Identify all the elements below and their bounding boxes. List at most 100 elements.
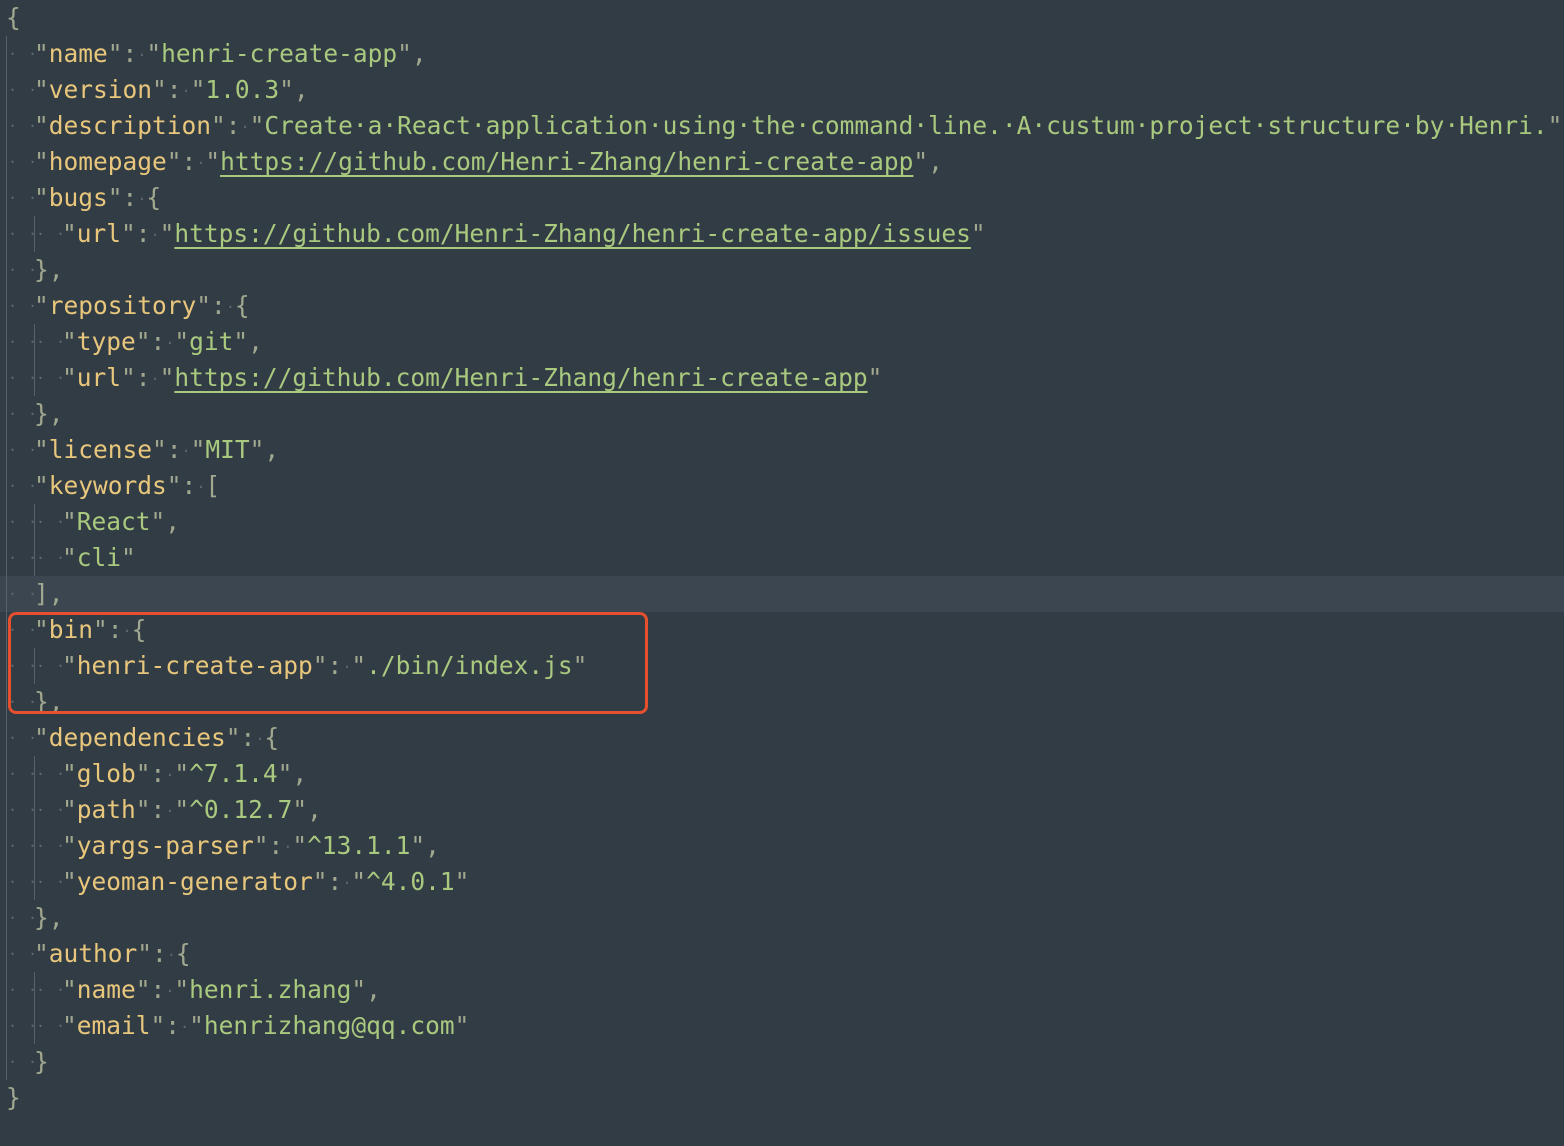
indent-guide: [6, 972, 38, 1008]
indent-guide: [6, 576, 38, 612]
keyword-item: React: [76, 507, 151, 536]
code-editor[interactable]: { "name":·"henri-create-app", "version":…: [0, 0, 1564, 1146]
indent-guide: [34, 504, 66, 540]
code-line: }: [6, 1080, 1564, 1116]
value-license: MIT: [205, 435, 250, 464]
dependency-version: ^4.0.1: [366, 867, 455, 896]
key-keywords: keywords: [48, 471, 167, 500]
indent-guide: [6, 1044, 38, 1080]
code-line: "version":·"1.0.3",: [6, 72, 1564, 108]
key-license: license: [48, 435, 153, 464]
code-line: },: [6, 684, 1564, 720]
indent-guide: [6, 180, 38, 216]
code-line: "repository":·{: [6, 288, 1564, 324]
dependency-name: path: [76, 795, 136, 824]
code-line: "email":·"henrizhang@qq.com": [6, 1008, 1564, 1044]
code-line: "url":·"https://github.com/Henri-Zhang/h…: [6, 360, 1564, 396]
key-description: description: [48, 111, 212, 140]
dependency-version: ^13.1.1: [307, 831, 411, 860]
dependency-name: yargs-parser: [76, 831, 254, 860]
indent-guide: [6, 756, 38, 792]
key-author-email: email: [76, 1011, 151, 1040]
code-line: "bugs":·{: [6, 180, 1564, 216]
code-line: "type":·"git",: [6, 324, 1564, 360]
code-line: "license":·"MIT",: [6, 432, 1564, 468]
dependency-version: ^0.12.7: [189, 795, 293, 824]
indent-guide: [34, 792, 66, 828]
indent-guide: [6, 360, 38, 396]
key-version: version: [48, 75, 153, 104]
indent-guide: [6, 252, 38, 288]
indent-guide: [6, 108, 38, 144]
dependency-name: yeoman-generator: [76, 867, 313, 896]
code-line: {: [6, 0, 1564, 36]
code-line: "url":·"https://github.com/Henri-Zhang/h…: [6, 216, 1564, 252]
value-name: henri-create-app: [161, 39, 398, 68]
indent-guide: [34, 360, 66, 396]
code-line: "yargs-parser":·"^13.1.1",: [6, 828, 1564, 864]
key-repository-url: url: [76, 363, 122, 392]
indent-guide: [6, 216, 38, 252]
key-name: name: [48, 39, 108, 68]
code-line: },: [6, 252, 1564, 288]
code-line: "name":·"henri-create-app",: [6, 36, 1564, 72]
root-open-brace: {: [6, 3, 21, 32]
indent-guide: [6, 324, 38, 360]
indent-guide: [34, 756, 66, 792]
repository-url-link[interactable]: https://github.com/Henri-Zhang/henri-cre…: [174, 363, 867, 392]
indent-guide: [6, 828, 38, 864]
code-line: "name":·"henri.zhang",: [6, 972, 1564, 1008]
code-line: },: [6, 396, 1564, 432]
indent-guide: [6, 900, 38, 936]
key-author-name: name: [76, 975, 136, 1004]
dependency-version: ^7.1.4: [189, 759, 278, 788]
code-line: "homepage":·"https://github.com/Henri-Zh…: [6, 144, 1564, 180]
indent-guide: [6, 288, 38, 324]
indent-guide: [34, 1008, 66, 1044]
indent-guide: [6, 540, 38, 576]
key-author: author: [48, 939, 138, 968]
code-line: "keywords":·[: [6, 468, 1564, 504]
value-bin-entry: ./bin/index.js: [366, 651, 573, 680]
code-line: "glob":·"^7.1.4",: [6, 756, 1564, 792]
homepage-link[interactable]: https://github.com/Henri-Zhang/henri-cre…: [220, 147, 913, 176]
bugs-url-link[interactable]: https://github.com/Henri-Zhang/henri-cre…: [174, 219, 971, 248]
code-lines: { "name":·"henri-create-app", "version":…: [0, 0, 1564, 1116]
key-bugs: bugs: [48, 183, 108, 212]
indent-guide: [34, 972, 66, 1008]
code-line: }: [6, 1044, 1564, 1080]
value-description: Create·a·React·application·using·the·com…: [264, 111, 1548, 140]
indent-guide: [6, 648, 38, 684]
code-line: "cli": [6, 540, 1564, 576]
indent-guide: [34, 828, 66, 864]
indent-guide: [6, 396, 38, 432]
indent-guide: [34, 864, 66, 900]
code-line: "description":·"Create·a·React·applicati…: [6, 108, 1564, 144]
code-line: "bin":·{: [6, 612, 1564, 648]
indent-guide: [6, 144, 38, 180]
code-line: },: [6, 900, 1564, 936]
key-repository-type: type: [76, 327, 136, 356]
code-line: "dependencies":·{: [6, 720, 1564, 756]
key-bin: bin: [48, 615, 94, 644]
value-version: 1.0.3: [205, 75, 280, 104]
code-line: "henri-create-app":·"./bin/index.js": [6, 648, 1564, 684]
value-author-email: henrizhang@qq.com: [203, 1011, 455, 1040]
indent-guide: [6, 792, 38, 828]
indent-guide: [6, 1008, 38, 1044]
indent-guide: [6, 864, 38, 900]
code-line: "yeoman-generator":·"^4.0.1": [6, 864, 1564, 900]
indent-guide: [6, 612, 38, 648]
key-dependencies: dependencies: [48, 723, 226, 752]
indent-guide: [6, 72, 38, 108]
indent-guide: [6, 504, 38, 540]
indent-guide: [6, 720, 38, 756]
root-close-brace: }: [6, 1083, 21, 1112]
current-line: ],: [0, 576, 1564, 612]
code-line: "path":·"^0.12.7",: [6, 792, 1564, 828]
dependency-name: glob: [76, 759, 136, 788]
indent-guide: [6, 684, 38, 720]
indent-guide: [34, 324, 66, 360]
code-line: "React",: [6, 504, 1564, 540]
keyword-item: cli: [76, 543, 122, 572]
